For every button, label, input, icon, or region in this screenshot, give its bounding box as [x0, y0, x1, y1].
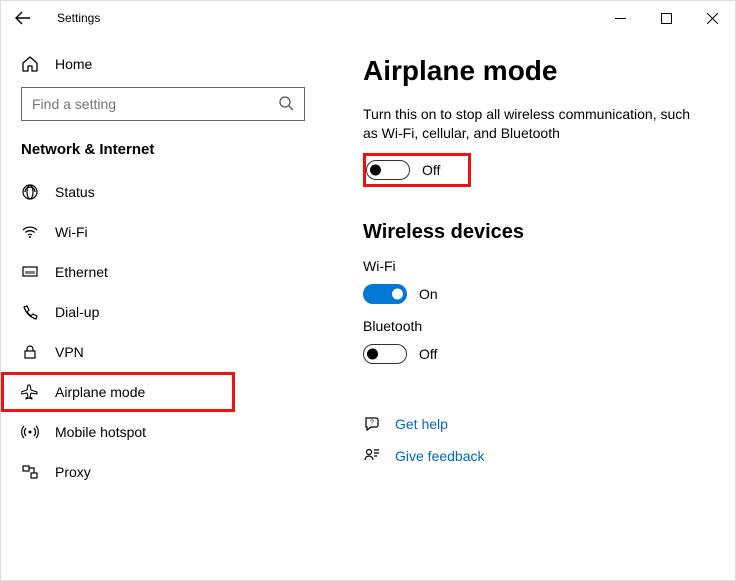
- wireless-heading: Wireless devices: [363, 221, 705, 244]
- minimize-button[interactable]: [597, 2, 643, 34]
- window-title: Settings: [57, 11, 100, 25]
- bluetooth-toggle-status: Off: [419, 346, 437, 362]
- content-pane: Airplane mode Turn this on to stop all w…: [317, 35, 735, 580]
- sidebar-item-hotspot[interactable]: Mobile hotspot: [1, 412, 317, 452]
- sidebar: Home Network & Internet Status Wi-Fi: [1, 35, 317, 580]
- bluetooth-toggle[interactable]: [363, 344, 407, 364]
- ethernet-icon: [21, 263, 39, 281]
- feedback-label: Give feedback: [395, 448, 485, 464]
- give-feedback-link[interactable]: Give feedback: [363, 440, 705, 472]
- home-label: Home: [55, 56, 92, 72]
- proxy-icon: [21, 463, 39, 481]
- home-nav[interactable]: Home: [1, 45, 317, 87]
- sidebar-item-status[interactable]: Status: [1, 172, 317, 212]
- titlebar: Settings: [1, 1, 735, 35]
- help-icon: ?: [363, 415, 381, 433]
- nav-label: Ethernet: [55, 264, 108, 280]
- status-icon: [21, 183, 39, 201]
- svg-text:?: ?: [370, 419, 374, 426]
- search-icon: [278, 95, 294, 114]
- nav-label: Airplane mode: [55, 384, 145, 400]
- back-button[interactable]: [9, 4, 37, 32]
- sidebar-item-ethernet[interactable]: Ethernet: [1, 252, 317, 292]
- nav-label: Proxy: [55, 464, 91, 480]
- page-heading: Airplane mode: [363, 55, 705, 87]
- search-input[interactable]: [32, 96, 278, 112]
- bluetooth-sublabel: Bluetooth: [363, 318, 705, 334]
- sidebar-item-wifi[interactable]: Wi-Fi: [1, 212, 317, 252]
- page-description: Turn this on to stop all wireless commun…: [363, 105, 705, 143]
- back-arrow-icon: [15, 10, 31, 26]
- hotspot-icon: [21, 423, 39, 441]
- category-header: Network & Internet: [1, 141, 317, 172]
- sidebar-item-vpn[interactable]: VPN: [1, 332, 317, 372]
- search-box[interactable]: [21, 87, 305, 121]
- airplane-toggle-status: Off: [422, 162, 440, 178]
- sidebar-item-dialup[interactable]: Dial-up: [1, 292, 317, 332]
- close-button[interactable]: [689, 2, 735, 34]
- dialup-icon: [21, 303, 39, 321]
- sidebar-item-proxy[interactable]: Proxy: [1, 452, 317, 492]
- vpn-icon: [21, 343, 39, 361]
- wifi-sublabel: Wi-Fi: [363, 258, 705, 274]
- get-help-link[interactable]: ? Get help: [363, 408, 705, 440]
- wifi-toggle[interactable]: [363, 284, 407, 304]
- home-icon: [21, 55, 39, 73]
- wifi-icon: [21, 223, 39, 241]
- feedback-icon: [363, 447, 381, 465]
- help-label: Get help: [395, 416, 448, 432]
- airplane-toggle[interactable]: [366, 160, 410, 180]
- nav-label: Wi-Fi: [55, 224, 88, 240]
- airplane-icon: [21, 383, 39, 401]
- minimize-icon: [615, 13, 626, 24]
- sidebar-item-airplane[interactable]: Airplane mode: [1, 372, 317, 412]
- maximize-icon: [661, 13, 672, 24]
- nav-label: Status: [55, 184, 95, 200]
- nav-label: Dial-up: [55, 304, 99, 320]
- wifi-toggle-status: On: [419, 286, 438, 302]
- close-icon: [707, 13, 718, 24]
- maximize-button[interactable]: [643, 2, 689, 34]
- nav-label: VPN: [55, 344, 84, 360]
- nav-label: Mobile hotspot: [55, 424, 146, 440]
